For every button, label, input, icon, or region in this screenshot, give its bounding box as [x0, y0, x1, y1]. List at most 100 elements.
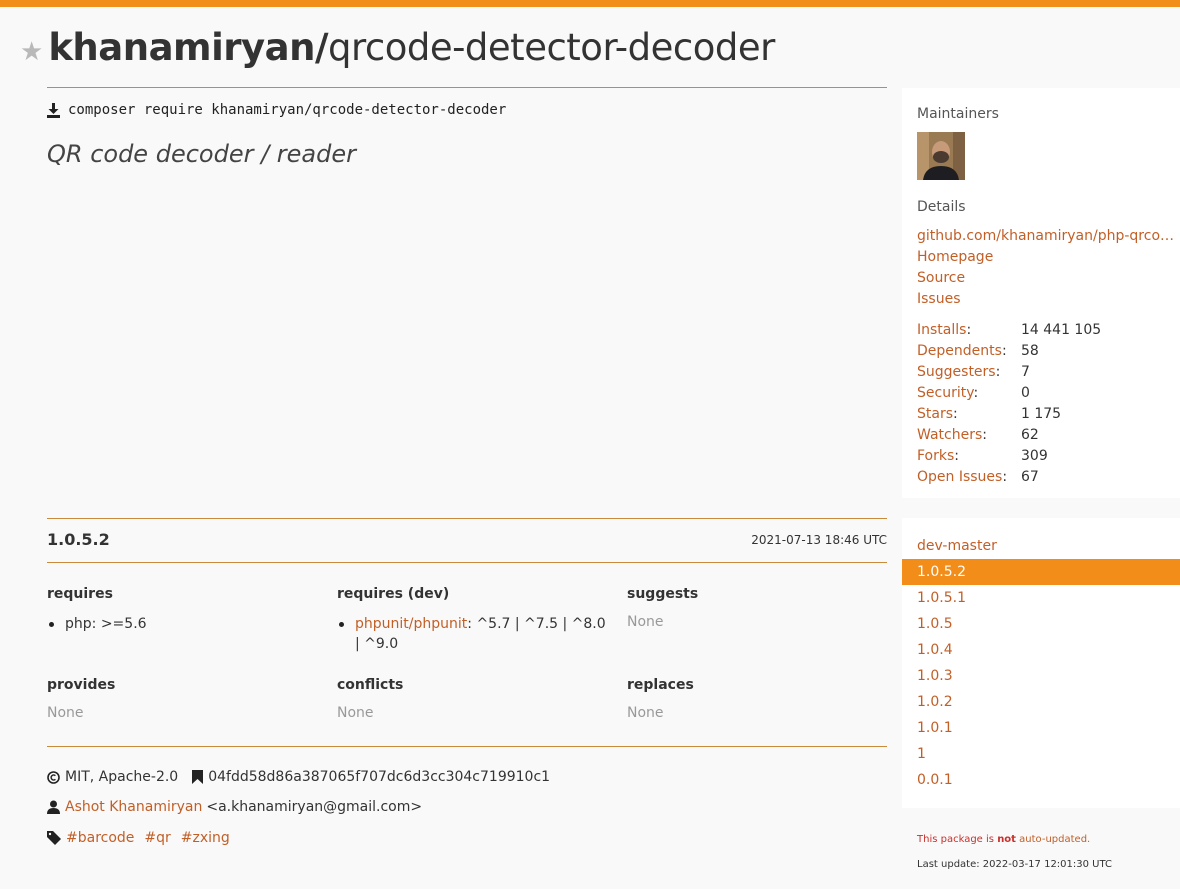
version-item[interactable]: 1.0.4 [902, 637, 1180, 663]
download-icon [47, 102, 60, 118]
install-command[interactable]: composer require khanamiryan/qrcode-dete… [47, 102, 506, 118]
requires-title: requires [47, 586, 113, 602]
provides-title: provides [47, 677, 116, 693]
stat-value: 1 175 [1021, 406, 1062, 422]
provides-section: provides None [47, 677, 317, 721]
stat-forks: Forks: 309 [917, 448, 1048, 464]
top-accent-bar [0, 0, 1180, 7]
suggests-title: suggests [627, 586, 699, 602]
versions-list: dev-master 1.0.5.2 1.0.5.1 1.0.5 1.0.4 1… [902, 518, 1180, 808]
stat-label-link[interactable]: Stars [917, 406, 953, 422]
stat-installs: Installs: 14 441 105 [917, 322, 1102, 338]
stat-security: Security: 0 [917, 385, 1030, 401]
stat-value: 14 441 105 [1021, 322, 1102, 338]
details-heading: Details [917, 199, 966, 215]
suggests-section: suggests None [627, 586, 897, 630]
version-item[interactable]: 1 [902, 741, 1180, 767]
version-item[interactable]: dev-master [902, 533, 1180, 559]
dep-link[interactable]: phpunit/phpunit [355, 616, 467, 632]
conflicts-title: conflicts [337, 677, 404, 693]
title-vendor[interactable]: khanamiryan/ [48, 26, 328, 69]
stat-dependents: Dependents: 58 [917, 343, 1039, 359]
conflicts-value: None [337, 705, 374, 721]
stat-value: 309 [1021, 448, 1048, 464]
divider [47, 518, 887, 519]
tag-link[interactable]: #qr [144, 830, 170, 846]
stat-value: 58 [1021, 343, 1039, 359]
issues-link[interactable]: Issues [917, 291, 1175, 307]
divider [47, 746, 887, 747]
requires-dev-list: phpunit/phpunit: ^5.7 | ^7.5 | ^8.0 | ^9… [337, 614, 607, 654]
title-package: qrcode-detector-decoder [327, 26, 775, 69]
maintainers-heading: Maintainers [917, 106, 999, 122]
version-header: 1.0.5.2 2021-07-13 18:46 UTC [47, 530, 887, 549]
star-icon[interactable]: ★ [20, 37, 43, 67]
stat-open-issues: Open Issues: 67 [917, 469, 1039, 485]
tag-link[interactable]: #zxing [181, 830, 230, 846]
author-email: <a.khanamiryan@gmail.com> [206, 799, 423, 815]
divider [47, 87, 887, 88]
stat-value: 62 [1021, 427, 1039, 443]
version-date: 2021-07-13 18:46 UTC [751, 532, 887, 547]
author-name[interactable]: Ashot Khanamiryan [65, 799, 202, 815]
source-link[interactable]: Source [917, 270, 1175, 286]
replaces-section: replaces None [627, 677, 897, 721]
stat-label-link[interactable]: Installs [917, 322, 966, 338]
stat-suggesters: Suggesters: 7 [917, 364, 1030, 380]
version-item[interactable]: 1.0.2 [902, 689, 1180, 715]
requires-dev-title: requires (dev) [337, 586, 450, 602]
version-name: 1.0.5.2 [47, 530, 110, 549]
install-command-text[interactable]: composer require khanamiryan/qrcode-dete… [68, 102, 506, 118]
stat-watchers: Watchers: 62 [917, 427, 1039, 443]
stat-label-link[interactable]: Dependents [917, 343, 1002, 359]
dep-constraint: >=5.6 [100, 616, 147, 632]
stat-stars: Stars: 1 175 [917, 406, 1062, 422]
page-title: ★ khanamiryan/ qrcode-detector-decoder [20, 26, 775, 69]
version-item[interactable]: 1.0.5 [902, 611, 1180, 637]
auto-updated-link[interactable]: auto-updated. [1019, 834, 1090, 845]
stat-value: 7 [1021, 364, 1030, 380]
stat-label-link[interactable]: Security [917, 385, 973, 401]
stat-value: 67 [1021, 469, 1039, 485]
stat-label-link[interactable]: Suggesters [917, 364, 996, 380]
requires-list: php: >=5.6 [47, 614, 317, 634]
tags-line: #barcode #qr #zxing [47, 830, 240, 846]
notice-emphasis: not [997, 834, 1016, 845]
version-item-active[interactable]: 1.0.5.2 [902, 559, 1180, 585]
version-item[interactable]: 1.0.5.1 [902, 585, 1180, 611]
stat-label-link[interactable]: Forks [917, 448, 954, 464]
version-item[interactable]: 1.0.1 [902, 715, 1180, 741]
commit-hash: 04fdd58d86a387065f707dc6d3cc304c719910c1 [208, 769, 551, 785]
replaces-value: None [627, 705, 664, 721]
auto-update-notice: This package is not auto-updated. [917, 834, 1090, 845]
stat-value: 0 [1021, 385, 1030, 401]
provides-value: None [47, 705, 84, 721]
tag-link[interactable]: #barcode [66, 830, 134, 846]
list-item: php: >=5.6 [47, 614, 317, 634]
dep-name: php [65, 616, 92, 632]
repository-link[interactable]: github.com/khanamiryan/php-qrcode-detect… [917, 228, 1175, 244]
version-item[interactable]: 1.0.3 [902, 663, 1180, 689]
homepage-link[interactable]: Homepage [917, 249, 1175, 265]
replaces-title: replaces [627, 677, 694, 693]
last-update: Last update: 2022-03-17 12:01:30 UTC [917, 859, 1112, 870]
avatar[interactable] [917, 132, 965, 180]
user-icon [47, 800, 60, 814]
version-item[interactable]: 0.0.1 [902, 767, 1180, 793]
author-line: Ashot Khanamiryan <a.khanamiryan@gmail.c… [47, 799, 422, 815]
stat-label-link[interactable]: Open Issues [917, 469, 1002, 485]
package-description: QR code decoder / reader [47, 140, 356, 168]
license: MIT, Apache-2.0 [65, 769, 179, 785]
maintainer-avatar-image [917, 132, 965, 180]
sidebar-details: Maintainers Details github.com/khanamiry… [902, 88, 1180, 498]
tag-icon [47, 831, 61, 845]
divider [47, 562, 887, 563]
bookmark-icon [192, 770, 204, 784]
stat-label-link[interactable]: Watchers [917, 427, 982, 443]
list-item: phpunit/phpunit: ^5.7 | ^7.5 | ^8.0 | ^9… [337, 614, 607, 654]
requires-section: requires php: >=5.6 [47, 586, 317, 634]
copyright-icon [47, 770, 60, 784]
requires-dev-section: requires (dev) phpunit/phpunit: ^5.7 | ^… [337, 586, 607, 654]
license-commit-line: MIT, Apache-2.0 04fdd58d86a387065f707dc6… [47, 769, 550, 785]
conflicts-section: conflicts None [337, 677, 607, 721]
